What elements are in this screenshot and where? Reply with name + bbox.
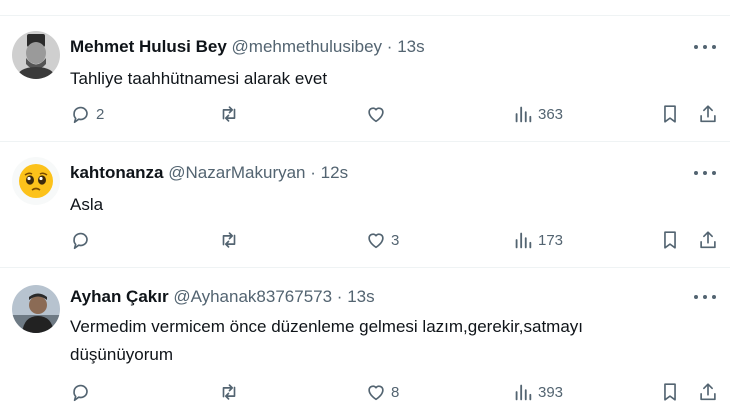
like-button[interactable]: 8 bbox=[365, 380, 399, 404]
tweet-header: kahtonanza @NazarMakuryan · 12s bbox=[70, 162, 348, 184]
action-bar: 8 393 bbox=[0, 380, 730, 404]
reply-button[interactable] bbox=[70, 228, 96, 252]
author-handle[interactable]: @mehmethulusibey bbox=[232, 37, 383, 56]
reply-icon bbox=[73, 384, 88, 402]
heart-icon bbox=[368, 107, 384, 123]
timestamp[interactable]: 12s bbox=[321, 163, 348, 182]
views-button[interactable]: 173 bbox=[512, 228, 563, 252]
author-name[interactable]: Ayhan Çakır bbox=[70, 287, 169, 306]
views-count: 363 bbox=[538, 105, 564, 123]
action-bar: 3 173 bbox=[0, 228, 730, 252]
share-icon bbox=[700, 383, 716, 401]
previous-tweet-edge bbox=[0, 0, 730, 16]
author-name[interactable]: Mehmet Hulusi Bey bbox=[70, 37, 227, 56]
more-options-icon[interactable] bbox=[694, 164, 716, 182]
bookmark-button[interactable] bbox=[659, 380, 681, 404]
share-button[interactable] bbox=[697, 380, 719, 404]
retweet-icon bbox=[222, 106, 236, 122]
avatar[interactable] bbox=[12, 285, 60, 333]
separator-dot: · bbox=[386, 37, 393, 56]
retweet-button[interactable] bbox=[218, 228, 244, 252]
bookmark-button[interactable] bbox=[659, 102, 681, 126]
share-button[interactable] bbox=[697, 102, 719, 126]
tweet-text: Tahliye taahhütnamesi alarak evet bbox=[70, 69, 328, 88]
retweet-icon bbox=[222, 232, 236, 248]
separator-dot: · bbox=[336, 287, 343, 306]
more-options-icon[interactable] bbox=[694, 38, 716, 56]
author-handle[interactable]: @Ayhanak83767573 bbox=[173, 287, 332, 306]
tweet-header: Ayhan Çakır @Ayhanak83767573 · 13s bbox=[70, 286, 375, 308]
views-count: 173 bbox=[538, 231, 564, 249]
timestamp[interactable]: 13s bbox=[397, 37, 424, 56]
timestamp[interactable]: 13s bbox=[347, 287, 374, 306]
tweet-header: Mehmet Hulusi Bey @mehmethulusibey · 13s bbox=[70, 36, 425, 58]
avatar[interactable] bbox=[12, 157, 60, 205]
tweet[interactable]: Ayhan Çakır @Ayhanak83767573 · 13s Verme… bbox=[0, 268, 730, 420]
reply-button[interactable]: 2 bbox=[70, 102, 104, 126]
retweet-button[interactable] bbox=[218, 102, 244, 126]
reply-icon bbox=[73, 106, 88, 124]
separator-dot: · bbox=[310, 163, 316, 182]
views-button[interactable]: 393 bbox=[512, 380, 563, 404]
bookmark-icon bbox=[664, 231, 676, 249]
tweet-text: Vermedim vermicem önce düzenleme gelmesi… bbox=[70, 317, 584, 364]
tweet[interactable]: kahtonanza @NazarMakuryan · 12s Asla 3 1… bbox=[0, 142, 730, 268]
heart-icon bbox=[368, 385, 384, 401]
author-name[interactable]: kahtonanza bbox=[70, 163, 164, 182]
share-button[interactable] bbox=[697, 228, 719, 252]
heart-icon bbox=[368, 233, 384, 249]
tweet-text: Asla bbox=[70, 195, 104, 214]
reply-icon bbox=[73, 232, 88, 250]
author-handle[interactable]: @NazarMakuryan bbox=[168, 163, 305, 182]
like-button[interactable]: 3 bbox=[365, 228, 399, 252]
like-count: 8 bbox=[391, 383, 400, 401]
retweet-button[interactable] bbox=[218, 380, 244, 404]
like-count: 3 bbox=[391, 231, 400, 249]
views-chart-icon bbox=[515, 232, 532, 249]
more-options-icon[interactable] bbox=[694, 288, 716, 306]
share-icon bbox=[700, 105, 716, 123]
retweet-icon bbox=[222, 384, 236, 400]
action-bar: 2 363 bbox=[0, 102, 730, 126]
reply-button[interactable] bbox=[70, 380, 96, 404]
views-chart-icon bbox=[515, 384, 532, 401]
share-icon bbox=[700, 231, 716, 249]
bookmark-button[interactable] bbox=[659, 228, 681, 252]
views-chart-icon bbox=[515, 106, 532, 123]
tweet[interactable]: Mehmet Hulusi Bey @mehmethulusibey · 13s… bbox=[0, 16, 730, 142]
like-button[interactable] bbox=[365, 102, 391, 126]
views-button[interactable]: 363 bbox=[512, 102, 563, 126]
reply-count: 2 bbox=[96, 105, 105, 123]
bookmark-icon bbox=[664, 383, 676, 401]
avatar[interactable] bbox=[12, 31, 60, 79]
views-count: 393 bbox=[538, 383, 564, 401]
bookmark-icon bbox=[664, 105, 676, 123]
